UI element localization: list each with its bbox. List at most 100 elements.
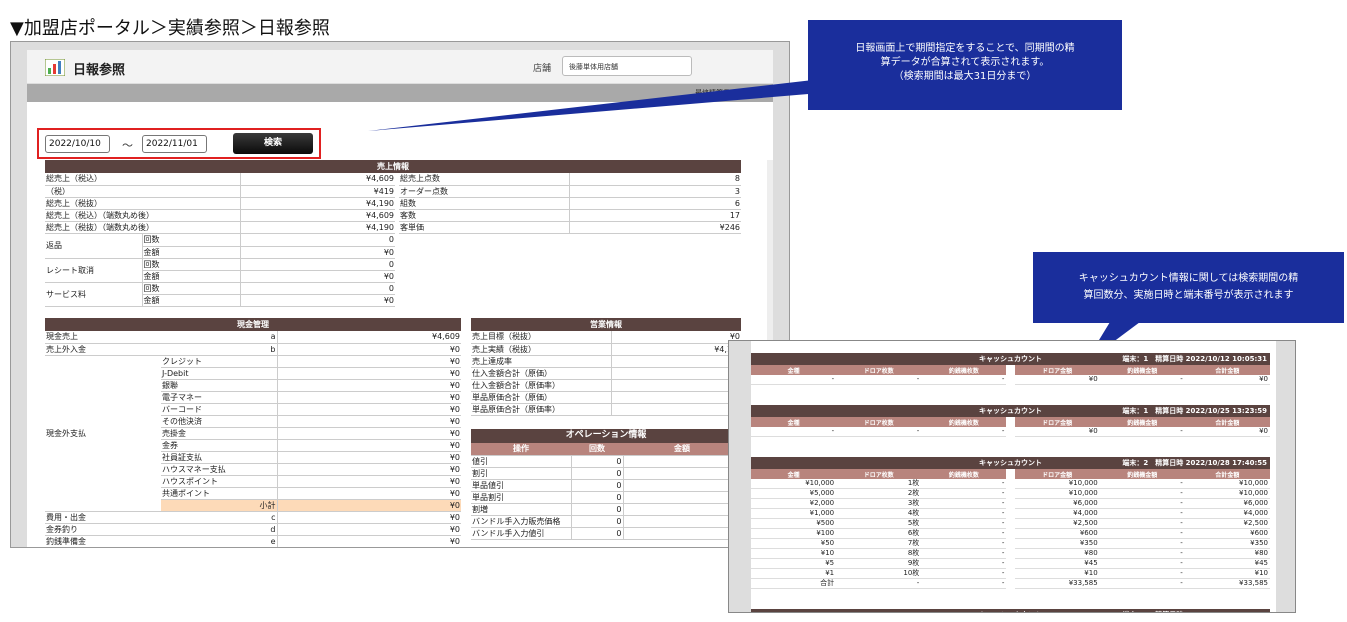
cash-count-col: ドロア金額 bbox=[1014, 365, 1100, 375]
cash-count-cell: ¥80 bbox=[1014, 548, 1100, 559]
cash-count-cell: ¥2,000 bbox=[751, 498, 837, 509]
cash-count-row: ¥1,000 4枚 - ¥4,000- ¥4,000 bbox=[751, 508, 1270, 519]
cash-count-col: 釣銭機金額 bbox=[1099, 365, 1185, 375]
cash-count-col: 釣銭機金額 bbox=[1099, 469, 1185, 479]
cash-count-cell: - bbox=[921, 538, 1007, 549]
cash-count-cell: - bbox=[836, 427, 922, 437]
cash-count-header: キャッシュカウント 端末：1 精算日時 2022/10/25 13:23:59 bbox=[751, 405, 1270, 417]
cash-count-gap bbox=[1006, 498, 1015, 509]
cash-count-cell: ¥10,000 bbox=[751, 479, 837, 489]
cash-count-meta: 端末：1 精算日時 2022/10/25 13:23:59 bbox=[1122, 407, 1267, 415]
cash-count-col: 合計金額 bbox=[1184, 417, 1270, 427]
cash-count-row: ¥5 9枚 - ¥45- ¥45 bbox=[751, 558, 1270, 569]
cash-count-col: ドロア枚数 bbox=[836, 417, 922, 427]
cash-count-cell: ¥33,585 bbox=[1184, 578, 1270, 589]
cash-count-cell: - bbox=[921, 568, 1007, 579]
cash-count-row: ¥500 5枚 - ¥2,500- ¥2,500 bbox=[751, 518, 1270, 529]
cash-count-header: キャッシュカウント 端末：2 精算日時 2022/10/28 17:40:55 bbox=[751, 457, 1270, 469]
cash-count-cell: - bbox=[921, 427, 1007, 437]
cash-count-cell: ¥2,500 bbox=[1184, 518, 1270, 529]
cash-count-cell: ¥100 bbox=[751, 528, 837, 539]
cash-count-head-row: 金種 ドロア枚数 釣銭機枚数 ドロア金額 釣銭機金額 合計金額 bbox=[751, 365, 1270, 375]
cash-count-cell: ¥10,000 bbox=[1014, 488, 1100, 499]
cash-count-cell: - bbox=[921, 488, 1007, 499]
cash-count-col: 金種 bbox=[751, 365, 837, 375]
cash-count-cell: - bbox=[1099, 427, 1185, 437]
cash-count-col: 釣銭機枚数 bbox=[921, 469, 1007, 479]
cash-count-cell: - bbox=[921, 518, 1007, 529]
cash-count-cell: - bbox=[921, 508, 1007, 519]
cash-count-row: ¥100 6枚 - ¥600- ¥600 bbox=[751, 528, 1270, 539]
cash-count-gap bbox=[1006, 365, 1015, 375]
cash-count-cell: 9枚 bbox=[836, 558, 922, 569]
cash-count-cell: 6枚 bbox=[836, 528, 922, 539]
cash-count-cell: - bbox=[836, 578, 922, 589]
cash-count-cell: ¥600 bbox=[1184, 528, 1270, 539]
cash-count-gap bbox=[1006, 427, 1015, 437]
cash-count-gap bbox=[1006, 528, 1015, 539]
cash-count-cell: 合計 bbox=[751, 578, 837, 589]
cash-count-panel: キャッシュカウント 端末：1 精算日時 2022/10/12 10:05:31 金種… bbox=[751, 341, 1276, 612]
cash-count-cell: 2枚 bbox=[836, 488, 922, 499]
cash-count-cell: 8枚 bbox=[836, 548, 922, 559]
cash-count-cell: 5枚 bbox=[836, 518, 922, 529]
cash-count-row: - - - ¥0- ¥0 bbox=[751, 427, 1270, 437]
cash-count-row: ¥1 10枚 - ¥10- ¥10 bbox=[751, 568, 1270, 579]
cash-count-row: - - - ¥0- ¥0 bbox=[751, 375, 1270, 385]
cash-count-cell: 1枚 bbox=[836, 479, 922, 489]
cash-count-cell: - bbox=[1099, 558, 1185, 569]
cash-count-cell: - bbox=[921, 558, 1007, 569]
cash-count-cell: - bbox=[1099, 578, 1185, 589]
cash-count-cell: - bbox=[1099, 508, 1185, 519]
cash-count-cell: - bbox=[1099, 538, 1185, 549]
cash-count-col: ドロア枚数 bbox=[836, 365, 922, 375]
cash-count-screen: キャッシュカウント 端末：1 精算日時 2022/10/12 10:05:31 金種… bbox=[728, 340, 1296, 613]
cash-count-cell: ¥45 bbox=[1184, 558, 1270, 569]
callout-period-search: 日報画面上で期間指定をすることで、同期間の精 算データが合算されて表示されます。… bbox=[808, 20, 1122, 110]
cash-count-cell: ¥80 bbox=[1184, 548, 1270, 559]
cash-count-gap bbox=[1006, 558, 1015, 569]
cash-count-col: 合計金額 bbox=[1184, 365, 1270, 375]
cash-count-col: ドロア金額 bbox=[1014, 469, 1100, 479]
cash-count-row: ¥2,000 3枚 - ¥6,000- ¥6,000 bbox=[751, 498, 1270, 509]
cash-count-gap bbox=[1006, 469, 1015, 479]
cash-count-cell: - bbox=[921, 548, 1007, 559]
cash-count-cell: ¥4,000 bbox=[1184, 508, 1270, 519]
cash-count-cell: - bbox=[1099, 568, 1185, 579]
cash-count-cell: - bbox=[921, 479, 1007, 489]
cash-count-gap bbox=[1006, 508, 1015, 519]
cash-count-cell: ¥10,000 bbox=[1184, 488, 1270, 499]
cash-count-cell: - bbox=[1099, 498, 1185, 509]
cash-count-gap bbox=[1006, 488, 1015, 499]
cash-count-cell: ¥33,585 bbox=[1014, 578, 1100, 589]
cash-count-cell: ¥5 bbox=[751, 558, 837, 569]
cash-count-cell: - bbox=[1099, 518, 1185, 529]
cash-count-cell: ¥1,000 bbox=[751, 508, 837, 519]
cash-count-cell: ¥10 bbox=[1184, 568, 1270, 579]
cash-count-cell: 10枚 bbox=[836, 568, 922, 579]
cash-count-cell: - bbox=[751, 375, 837, 385]
cash-count-meta: 端末：2 精算日時 2022/11/01 10:36:35 bbox=[1122, 609, 1267, 612]
callout2-line1: キャッシュカウント情報に関しては検索期間の精 bbox=[1078, 273, 1299, 284]
cash-count-cell: ¥10 bbox=[1014, 568, 1100, 579]
cash-count-cell: - bbox=[751, 427, 837, 437]
cash-count-col: 金種 bbox=[751, 469, 837, 479]
callout-cash-count: キャッシュカウント情報に関しては検索期間の精 算回数分、実施日時と端末番号が表示… bbox=[1033, 252, 1344, 323]
cash-count-head-row: 金種 ドロア枚数 釣銭機枚数 ドロア金額 釣銭機金額 合計金額 bbox=[751, 417, 1270, 427]
cash-count-col: 釣銭機枚数 bbox=[921, 365, 1007, 375]
cash-count-cell: ¥45 bbox=[1014, 558, 1100, 569]
cash-count-cell: - bbox=[921, 498, 1007, 509]
cash-count-cell: ¥10,000 bbox=[1184, 479, 1270, 489]
cash-count-cell: 7枚 bbox=[836, 538, 922, 549]
cash-count-row: ¥10,000 1枚 - ¥10,000- ¥10,000 bbox=[751, 479, 1270, 489]
cash-count-row: ¥5,000 2枚 - ¥10,000- ¥10,000 bbox=[751, 488, 1270, 499]
cash-count-table: 金種 ドロア枚数 釣銭機枚数 ドロア金額 釣銭機金額 合計金額 - - - ¥0- ¥0 bbox=[751, 365, 1270, 385]
cash-count-cell: - bbox=[1099, 488, 1185, 499]
cash-count-head-row: 金種 ドロア枚数 釣銭機枚数 ドロア金額 釣銭機金額 合計金額 bbox=[751, 469, 1270, 479]
cash-count-cell: ¥1 bbox=[751, 568, 837, 579]
cash-count-cell: ¥6,000 bbox=[1014, 498, 1100, 509]
callout1-line3: （検索期間は最大31日分まで） bbox=[893, 71, 1037, 82]
cash-count-cell: ¥350 bbox=[1014, 538, 1100, 549]
cash-count-cell: ¥6,000 bbox=[1184, 498, 1270, 509]
cash-count-cell: 3枚 bbox=[836, 498, 922, 509]
